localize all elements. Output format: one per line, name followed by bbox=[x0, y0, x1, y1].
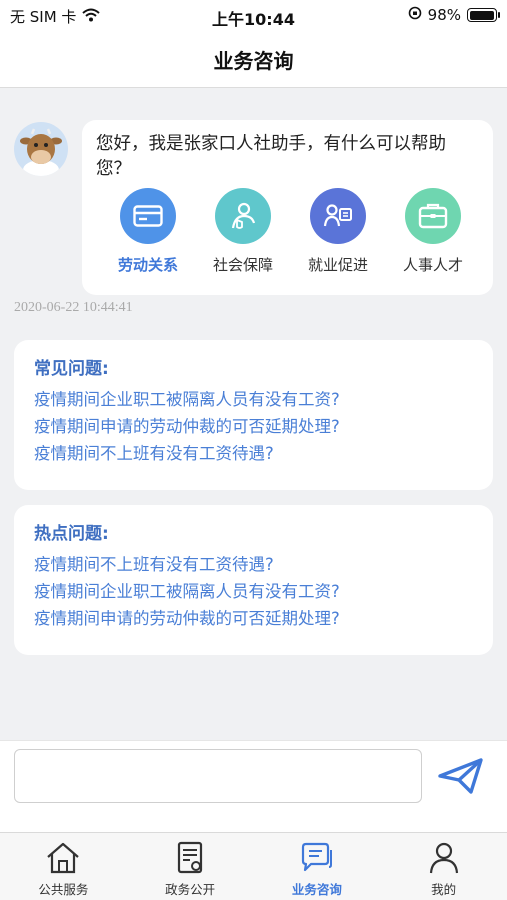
faq-title: 常见问题: bbox=[34, 359, 109, 379]
hot-question[interactable]: 疫情期间不上班有没有工资待遇? bbox=[34, 551, 473, 578]
hot-question[interactable]: 疫情期间申请的劳动仲裁的可否延期处理? bbox=[34, 605, 473, 632]
battery-icon bbox=[467, 8, 500, 22]
faq-card: 常见问题: 疫情期间企业职工被隔离人员有没有工资? 疫情期间申请的劳动仲裁的可否… bbox=[14, 340, 493, 490]
tab-business-consulting[interactable]: 业务咨询 bbox=[254, 833, 381, 900]
assistant-message-bubble: 您好，我是张家口人社助手，有什么可以帮助您？ 劳动关系 社会保障 就业促进 人事… bbox=[82, 120, 493, 295]
message-timestamp: 2020-06-22 10:44:41 bbox=[14, 300, 133, 315]
service-labor-relations[interactable]: 劳动关系 bbox=[102, 188, 194, 275]
page-title: 业务咨询 bbox=[213, 49, 294, 73]
battery-percent: 98% bbox=[427, 6, 461, 24]
chat-icon bbox=[301, 842, 332, 872]
user-icon bbox=[429, 842, 458, 874]
hot-question[interactable]: 疫情期间企业职工被隔离人员有没有工资? bbox=[34, 578, 473, 605]
greeting-text: 您好，我是张家口人社助手，有什么可以帮助您？ bbox=[96, 134, 446, 179]
service-employment[interactable]: 就业促进 bbox=[292, 188, 384, 275]
status-right: 98% bbox=[408, 6, 500, 24]
message-input[interactable] bbox=[14, 749, 422, 803]
service-social-security[interactable]: 社会保障 bbox=[197, 188, 289, 275]
status-bar: 无 SIM 卡 上午10:44 98% bbox=[0, 0, 507, 32]
service-label: 就业促进 bbox=[307, 256, 368, 274]
bottom-tab-bar: 公共服务 政务公开 业务咨询 我的 bbox=[0, 832, 507, 900]
tab-me[interactable]: 我的 bbox=[380, 833, 507, 900]
orientation-lock-icon bbox=[408, 6, 422, 24]
hot-questions-card: 热点问题: 疫情期间不上班有没有工资待遇? 疫情期间企业职工被隔离人员有没有工资… bbox=[14, 505, 493, 655]
employment-icon bbox=[310, 188, 366, 244]
message-input-bar bbox=[0, 740, 507, 832]
hot-questions-title: 热点问题: bbox=[34, 524, 109, 544]
service-personnel-talent[interactable]: 人事人才 bbox=[387, 188, 479, 275]
card-icon bbox=[120, 188, 176, 244]
service-label: 劳动关系 bbox=[117, 256, 178, 274]
send-button[interactable] bbox=[432, 751, 490, 801]
service-label: 社会保障 bbox=[212, 256, 273, 274]
faq-question[interactable]: 疫情期间不上班有没有工资待遇? bbox=[34, 440, 473, 467]
tab-label: 公共服务 bbox=[38, 882, 89, 897]
home-icon bbox=[47, 842, 80, 874]
tab-label: 我的 bbox=[431, 882, 457, 897]
tab-label: 政务公开 bbox=[165, 882, 216, 897]
faq-question[interactable]: 疫情期间企业职工被隔离人员有没有工资? bbox=[34, 386, 473, 413]
tab-label: 业务咨询 bbox=[291, 882, 342, 897]
faq-question[interactable]: 疫情期间申请的劳动仲裁的可否延期处理? bbox=[34, 413, 473, 440]
tab-government-affairs[interactable]: 政务公开 bbox=[127, 833, 254, 900]
assistant-avatar bbox=[14, 122, 68, 176]
send-icon bbox=[438, 758, 483, 794]
briefcase-icon bbox=[405, 188, 461, 244]
tab-public-services[interactable]: 公共服务 bbox=[0, 833, 127, 900]
service-label: 人事人才 bbox=[402, 256, 463, 274]
person-shield-icon bbox=[215, 188, 271, 244]
document-icon bbox=[178, 841, 203, 874]
cow-mascot-icon bbox=[20, 128, 62, 176]
page-header: 业务咨询 bbox=[0, 32, 507, 88]
service-categories: 劳动关系 社会保障 就业促进 人事人才 bbox=[102, 188, 479, 275]
